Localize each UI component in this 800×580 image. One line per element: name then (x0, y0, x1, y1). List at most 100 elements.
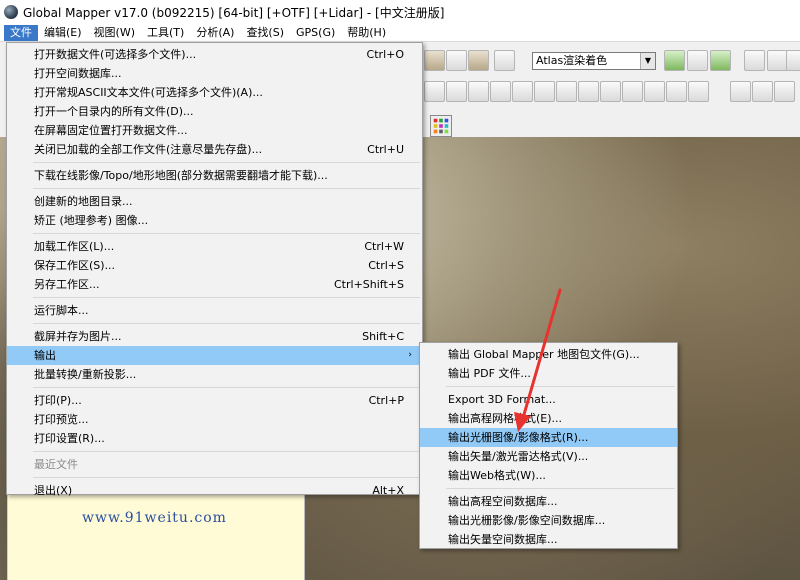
pencil-icon[interactable] (446, 50, 467, 71)
menu-view[interactable]: 视图(W) (88, 25, 141, 41)
watermark: www.91weitu.com (82, 510, 227, 526)
dropdown-arrow-icon[interactable] (468, 50, 489, 71)
menu-tools[interactable]: 工具(T) (141, 25, 190, 41)
toolbar-button[interactable] (424, 50, 445, 71)
menu-item-label: 保存工作区(S)... (34, 259, 116, 272)
menu-item-open-data-files[interactable]: 打开数据文件(可选择多个文件)... Ctrl+O (7, 45, 422, 64)
menu-analysis[interactable]: 分析(A) (190, 25, 240, 41)
map-tool-icon[interactable] (774, 81, 795, 102)
submenu-item-export-elevation-db[interactable]: 输出高程空间数据库... (420, 492, 677, 511)
export-submenu: 输出 Global Mapper 地图包文件(G)... 输出 PDF 文件..… (419, 342, 678, 549)
menu-item-exit[interactable]: 退出(X) Alt+X (7, 481, 422, 500)
contour-icon[interactable] (710, 50, 731, 71)
menu-item-shortcut: Shift+C (362, 330, 404, 343)
draw-line-icon[interactable] (446, 81, 467, 102)
menu-item-export[interactable]: 输出 › (7, 346, 422, 365)
menu-separator (33, 387, 420, 388)
lungs-icon[interactable] (494, 50, 515, 71)
menu-item-label: 创建新的地图目录... (34, 195, 133, 208)
color-palette-icon[interactable] (430, 115, 452, 137)
3d-view-icon[interactable] (687, 50, 708, 71)
menu-item-create-map-catalog[interactable]: 创建新的地图目录... (7, 192, 422, 211)
menu-item-label: 打印(P)... (34, 394, 82, 407)
menu-item-label: 打开数据文件(可选择多个文件)... (34, 48, 197, 61)
menu-item-open-spatial-database[interactable]: 打开空间数据库... (7, 64, 422, 83)
menu-item-save-workspace-as[interactable]: 另存工作区... Ctrl+Shift+S (7, 275, 422, 294)
menu-separator (33, 233, 420, 234)
pdf-icon[interactable] (767, 50, 788, 71)
menu-separator (33, 297, 420, 298)
menu-edit[interactable]: 编辑(E) (38, 25, 88, 41)
menu-item-label: 输出光栅图像/影像格式(R)... (448, 431, 589, 444)
menu-item-shortcut: Ctrl+Shift+S (334, 278, 404, 291)
menu-separator (446, 386, 675, 387)
menu-item-print[interactable]: 打印(P)... Ctrl+P (7, 391, 422, 410)
menu-item-open-directory[interactable]: 打开一个目录内的所有文件(D)... (7, 102, 422, 121)
map-tool-icon[interactable] (622, 81, 643, 102)
menu-item-screenshot[interactable]: 截屏并存为图片... Shift+C (7, 327, 422, 346)
submenu-item-export-pdf[interactable]: 输出 PDF 文件... (420, 364, 677, 383)
edit-icon[interactable] (744, 50, 765, 71)
map-tool-icon[interactable] (578, 81, 599, 102)
menu-item-load-workspace[interactable]: 加载工作区(L)... Ctrl+W (7, 237, 422, 256)
menu-item-label: 运行脚本... (34, 304, 89, 317)
menu-item-print-preview[interactable]: 打印预览... (7, 410, 422, 429)
hillshade-icon[interactable] (664, 50, 685, 71)
menu-item-label: 打开一个目录内的所有文件(D)... (34, 105, 194, 118)
map-tool-icon[interactable] (556, 81, 577, 102)
menu-item-label: 输出高程网格格式(E)... (448, 412, 563, 425)
submenu-item-export-vector-lidar[interactable]: 输出矢量/激光雷达格式(V)... (420, 447, 677, 466)
map-tool-icon[interactable] (534, 81, 555, 102)
menu-search[interactable]: 查找(S) (240, 25, 290, 41)
menu-item-open-ascii-text[interactable]: 打开常规ASCII文本文件(可选择多个文件)(A)... (7, 83, 422, 102)
submenu-item-export-raster-image[interactable]: 输出光栅图像/影像格式(R)... (420, 428, 677, 447)
shader-select[interactable]: Atlas渲染着色 ▼ (532, 52, 656, 70)
menu-item-label: 最近文件 (34, 458, 78, 471)
chevron-down-icon: ▼ (640, 53, 655, 69)
menu-bar: 文件 编辑(E) 视图(W) 工具(T) 分析(A) 查找(S) GPS(G) … (0, 24, 800, 42)
toolbar-button[interactable] (786, 50, 800, 71)
menu-item-shortcut: Ctrl+P (368, 394, 404, 407)
map-tool-icon[interactable] (512, 81, 533, 102)
submenu-item-export-gm-package[interactable]: 输出 Global Mapper 地图包文件(G)... (420, 345, 677, 364)
menu-item-label: 打开空间数据库... (34, 67, 122, 80)
menu-item-shortcut: Ctrl+W (364, 240, 404, 253)
map-tool-icon[interactable] (666, 81, 687, 102)
menu-item-close-all[interactable]: 关闭已加载的全部工作文件(注意尽量先存盘)... Ctrl+U (7, 140, 422, 159)
menu-item-download-online-imagery[interactable]: 下载在线影像/Topo/地形地图(部分数据需要翻墙才能下载)... (7, 166, 422, 185)
map-tool-icon[interactable] (600, 81, 621, 102)
menu-item-rectify-image[interactable]: 矫正 (地理参考) 图像... (7, 211, 422, 230)
file-menu: 打开数据文件(可选择多个文件)... Ctrl+O 打开空间数据库... 打开常… (6, 42, 423, 497)
menu-item-open-at-fixed-location[interactable]: 在屏幕固定位置打开数据文件... (7, 121, 422, 140)
menu-gps[interactable]: GPS(G) (290, 25, 341, 41)
menu-item-run-script[interactable]: 运行脚本... (7, 301, 422, 320)
menu-help[interactable]: 帮助(H) (341, 25, 392, 41)
menu-file[interactable]: 文件 (4, 24, 38, 41)
menu-item-label: 打印预览... (34, 413, 89, 426)
map-tool-icon[interactable] (752, 81, 773, 102)
map-tool-icon[interactable] (644, 81, 665, 102)
submenu-item-export-3d[interactable]: Export 3D Format... (420, 390, 677, 409)
menu-item-label: 打开常规ASCII文本文件(可选择多个文件)(A)... (34, 86, 263, 99)
menu-item-label: 输出矢量空间数据库... (448, 533, 558, 546)
menu-separator (33, 323, 420, 324)
menu-item-label: 矫正 (地理参考) 图像... (34, 214, 149, 227)
title-bar: Global Mapper v17.0 (b092215) [64-bit] [… (0, 0, 800, 24)
menu-item-label: 输出高程空间数据库... (448, 495, 558, 508)
submenu-item-export-elevation-grid[interactable]: 输出高程网格格式(E)... (420, 409, 677, 428)
menu-item-batch-convert[interactable]: 批量转换/重新投影... (7, 365, 422, 384)
submenu-item-export-web[interactable]: 输出Web格式(W)... (420, 466, 677, 485)
map-tool-icon[interactable] (730, 81, 751, 102)
submenu-item-export-raster-db[interactable]: 输出光栅影像/影像空间数据库... (420, 511, 677, 530)
draw-area-icon[interactable] (468, 81, 489, 102)
map-tool-icon[interactable] (490, 81, 511, 102)
submenu-item-export-vector-db[interactable]: 输出矢量空间数据库... (420, 530, 677, 549)
menu-item-save-workspace[interactable]: 保存工作区(S)... Ctrl+S (7, 256, 422, 275)
digitizer-icon[interactable] (424, 81, 445, 102)
menu-item-print-setup[interactable]: 打印设置(R)... (7, 429, 422, 448)
window-title: Global Mapper v17.0 (b092215) [64-bit] [… (23, 5, 445, 20)
globe-icon (4, 5, 18, 19)
shader-select-value: Atlas渲染着色 (536, 54, 608, 67)
map-tool-icon[interactable] (688, 81, 709, 102)
menu-separator (33, 162, 420, 163)
